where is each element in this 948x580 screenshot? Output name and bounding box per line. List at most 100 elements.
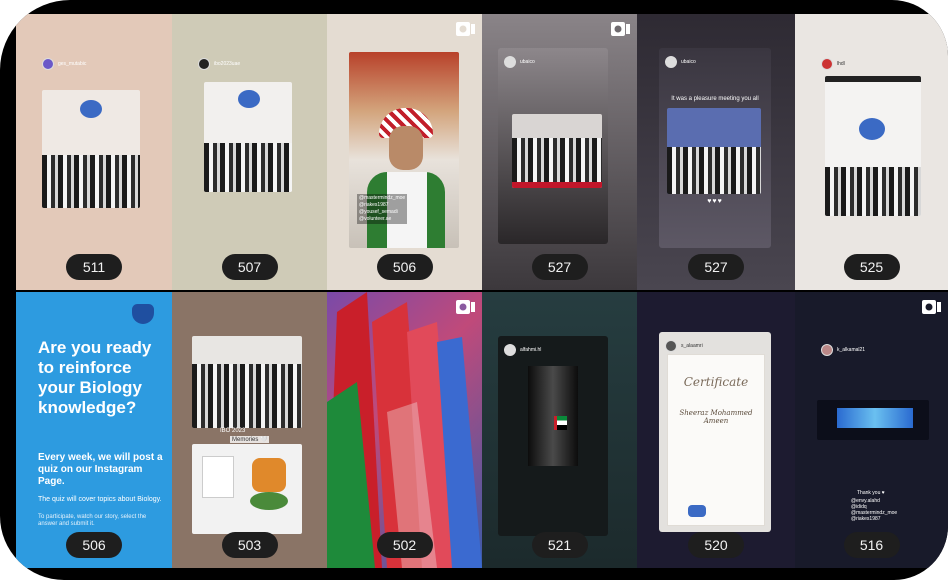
group-photo (825, 167, 921, 216)
stories-grid: ges_mutabic 511 ibo2023uae 507 ameer_alr… (16, 14, 948, 570)
stories-frame: ges_mutabic 511 ibo2023uae 507 ameer_alr… (0, 0, 948, 580)
story-tile-11[interactable]: s_alaamri Certificate Sheeraz Mohammed A… (637, 292, 795, 568)
logo-icon (688, 505, 706, 517)
certificate-paper: Certificate Sheeraz Mohammed Ameen (667, 354, 765, 526)
story-user: s_alaamri (665, 340, 703, 352)
story-user: alfahmi.hl (504, 344, 541, 356)
username: ubaico (681, 59, 696, 65)
story-user: k_alkamal21 (821, 344, 865, 356)
story-photo (817, 400, 929, 440)
story-tile-3[interactable]: ameer_alrmainani @mastermindz_moe @riake… (327, 14, 482, 290)
emblem (252, 458, 286, 492)
video-camera-icon (611, 22, 630, 36)
story-user: ges_mutabic (42, 58, 86, 70)
story-photo (192, 336, 302, 428)
group-photo (204, 142, 292, 192)
story-photo (512, 114, 602, 188)
certificate-name: Sheeraz Mohammed Ameen (679, 409, 753, 425)
story-user: lhdl (821, 58, 845, 70)
mention-tag[interactable]: @mastermindz_moe (359, 195, 405, 202)
story-photo (204, 82, 292, 192)
avatar (821, 58, 833, 70)
story-tile-4[interactable]: ubaico 527 (482, 14, 637, 290)
story-tile-9[interactable]: 502 (327, 292, 482, 568)
quiz-instructions: To participate, watch our story, select … (38, 514, 147, 527)
avatar (198, 58, 210, 70)
story-tile-10[interactable]: alfahmi.hl 521 (482, 292, 637, 568)
story-photo (192, 444, 302, 534)
story-photo (42, 90, 140, 208)
face (389, 126, 423, 170)
view-count: 503 (221, 532, 278, 558)
group-photo (512, 137, 602, 182)
avatar (504, 56, 516, 68)
avatar (821, 344, 833, 356)
username: alfahmi.hl (520, 347, 542, 353)
video-frame (528, 366, 578, 466)
story-card: ubaico It was a pleasure meeting you all… (659, 48, 771, 248)
story-tile-8[interactable]: IBO 2023 Memories 🤍 503 (172, 292, 327, 568)
username: ubaico (520, 59, 535, 65)
mention-tags: @mastermindz_moe @riakes1987 @yousef_sem… (357, 194, 408, 224)
story-card: s_alaamri Certificate Sheeraz Mohammed A… (659, 332, 771, 532)
story-card: ubaico (498, 48, 608, 244)
story-label: IBO 2023 (220, 428, 246, 434)
story-tile-1[interactable]: ges_mutabic 511 (16, 14, 172, 290)
hearts: ♥♥♥ (707, 198, 723, 205)
story-video: @mastermindz_moe @riakes1987 @yousef_sem… (349, 52, 459, 248)
avatar (665, 340, 677, 352)
mention-tag[interactable]: @riakes1987 (359, 202, 405, 209)
view-count: 527 (688, 254, 744, 280)
mention-tag[interactable]: @volunteer.ae (359, 216, 405, 223)
username: lhdl (837, 61, 845, 67)
story-tile-7[interactable]: Are you ready to reinforce your Biology … (16, 292, 172, 568)
story-photo (825, 76, 921, 216)
group-photo (667, 146, 761, 194)
view-count: 511 (66, 254, 122, 280)
logo-icon (80, 100, 102, 118)
story-caption: It was a pleasure meeting you all (671, 96, 759, 102)
story-tile-6[interactable]: lhdl 525 (795, 14, 948, 290)
video-camera-icon (922, 300, 941, 314)
logo-icon (238, 90, 260, 108)
mention-tag[interactable]: @riakes1987 (851, 516, 897, 522)
plants (250, 492, 288, 510)
group-photo (192, 363, 302, 428)
flags-photo (327, 292, 482, 568)
stage-screen (837, 408, 913, 428)
view-count: 521 (531, 532, 588, 558)
avatar (42, 58, 54, 70)
story-tile-2[interactable]: ibo2023uae 507 (172, 14, 327, 290)
username: s_alaamri (681, 343, 703, 349)
view-count: 525 (843, 254, 900, 280)
avatar (504, 344, 516, 356)
mention-tag[interactable]: @yousef_semadi (359, 209, 405, 216)
story-photo (667, 108, 761, 194)
view-count: 506 (376, 254, 433, 280)
story-user: ubaico (504, 56, 535, 68)
uae-flag (554, 416, 567, 430)
badge-card (202, 456, 234, 498)
view-count: 527 (531, 254, 588, 280)
certificate-title: Certificate (683, 375, 749, 389)
logo-icon (859, 118, 885, 140)
quiz-subtitle: Every week, we will post a quiz on our I… (38, 452, 163, 487)
mention-tags: @envy.alahd @ididq @mastermindz_moe @ria… (851, 498, 897, 522)
avatar (665, 56, 677, 68)
view-count: 507 (221, 254, 278, 280)
story-tile-5[interactable]: ubaico It was a pleasure meeting you all… (637, 14, 795, 290)
story-card: alfahmi.hl (498, 336, 608, 536)
biology-olympiad-logo-icon (132, 304, 154, 324)
quiz-details: The quiz will cover topics about Biology… (38, 496, 162, 503)
view-count: 502 (376, 532, 433, 558)
username: k_alkamal21 (837, 347, 866, 353)
quiz-title: Are you ready to reinforce your Biology … (38, 338, 152, 417)
view-count: 506 (66, 532, 122, 558)
story-tile-12[interactable]: k_alkamal21 Thank you ♥ @envy.alahd @idi… (795, 292, 948, 568)
video-camera-icon (456, 22, 475, 36)
story-user: ibo2023uae (198, 58, 240, 70)
view-count: 520 (688, 532, 744, 558)
group-photo (42, 154, 140, 208)
view-count: 516 (843, 532, 900, 558)
username: ges_mutabic (58, 61, 87, 67)
